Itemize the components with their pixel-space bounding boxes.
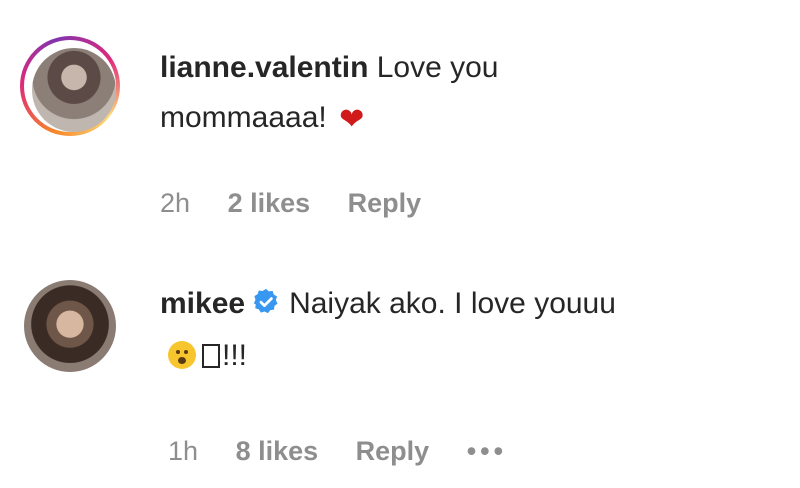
comment-line-2: mommaaaa! ❤ — [160, 98, 364, 140]
reply-button[interactable]: Reply — [348, 188, 422, 218]
comment-text-continued: !!! — [222, 339, 248, 372]
avatar-frame — [24, 40, 116, 132]
more-options-button[interactable]: ••• — [467, 436, 507, 466]
comment-text-continued: mommaaaa! — [160, 101, 327, 134]
reply-button[interactable]: Reply — [356, 436, 430, 466]
likes-count[interactable]: 8 likes — [236, 436, 319, 466]
comment-line-2: !!! — [168, 336, 247, 376]
avatar[interactable] — [24, 280, 116, 372]
likes-count[interactable]: 2 likes — [228, 188, 311, 218]
comment-text: Naiyak ako. I love youuu — [289, 287, 616, 320]
comment-text: Love you — [376, 51, 499, 84]
comment-meta: 2h 2 likes Reply — [160, 188, 451, 219]
timestamp: 2h — [160, 188, 191, 218]
kiss-emoji-icon — [168, 341, 196, 369]
story-ring[interactable] — [20, 36, 120, 136]
verified-badge-icon — [251, 287, 281, 317]
comment-1: lianne.valentin Love you mommaaaa! ❤ 2h … — [0, 0, 800, 250]
avatar[interactable] — [32, 48, 116, 132]
timestamp: 1h — [168, 436, 199, 466]
username[interactable]: mikee — [160, 287, 245, 320]
username[interactable]: lianne.valentin — [160, 51, 368, 84]
comment-meta: 1h 8 likes Reply ••• — [168, 436, 537, 467]
comment-line-1: mikee Naiyak ako. I love youuu — [160, 284, 616, 324]
missing-glyph-icon — [202, 344, 220, 368]
comment-line-1: lianne.valentin Love you — [160, 48, 499, 88]
heart-icon: ❤ — [339, 103, 365, 136]
